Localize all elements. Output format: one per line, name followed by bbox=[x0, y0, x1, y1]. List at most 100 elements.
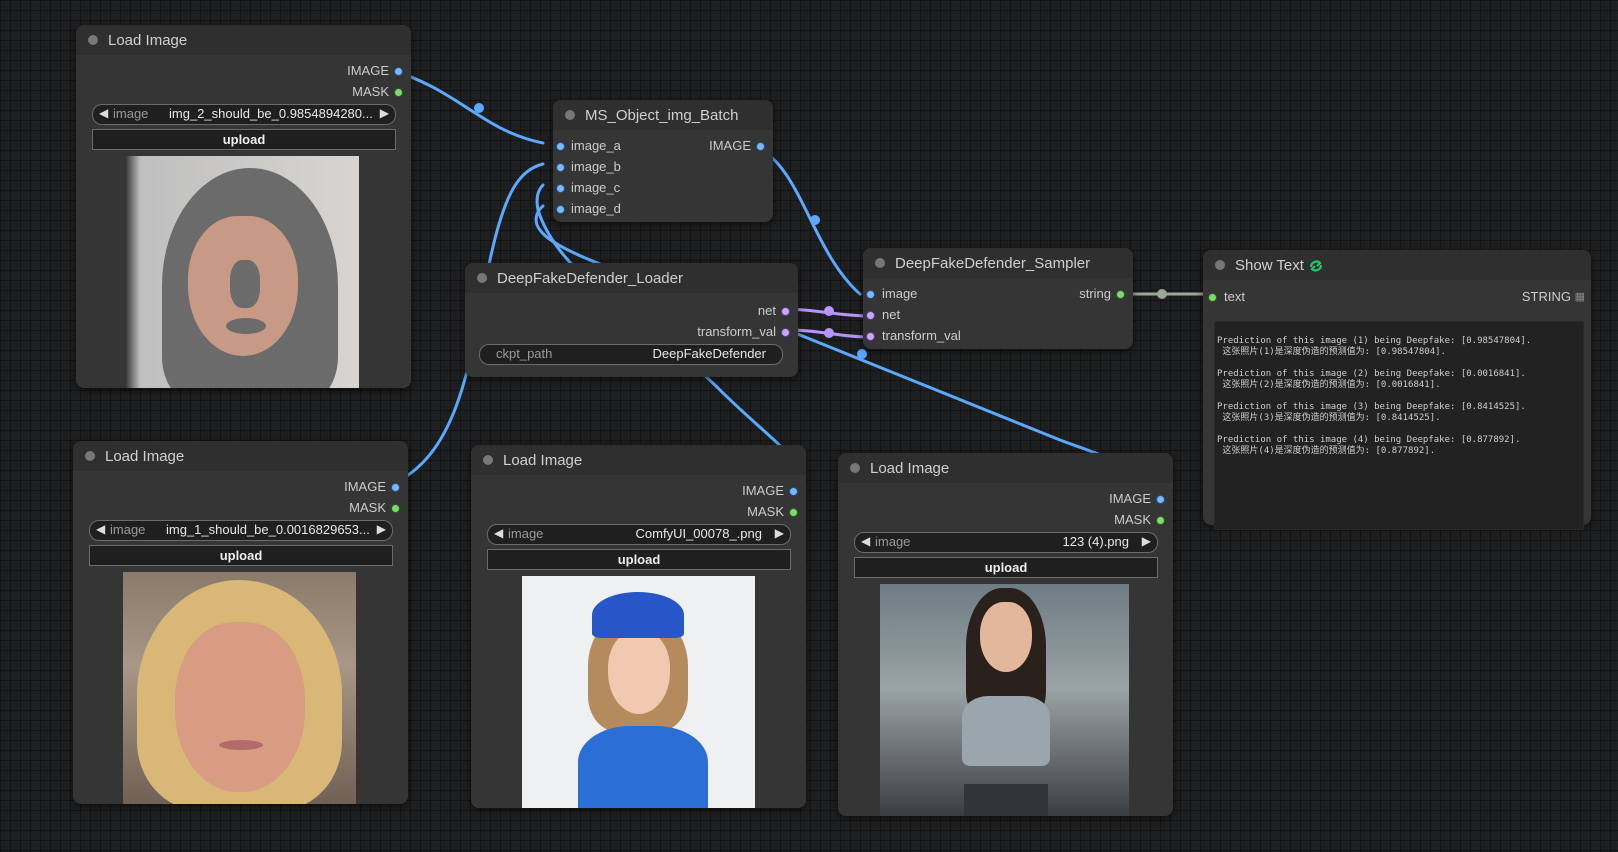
combo-value: img_2_should_be_0.9854894280... bbox=[169, 106, 373, 121]
input-transform-slot[interactable] bbox=[867, 333, 874, 340]
output-transform-label: transform_val bbox=[697, 324, 776, 339]
input-image-a-label: image_a bbox=[571, 138, 621, 153]
node-title: Load Image bbox=[108, 32, 188, 49]
combo-key: image bbox=[110, 522, 146, 537]
output-mask-label: MASK bbox=[349, 500, 386, 515]
output-image-slot[interactable] bbox=[392, 484, 399, 491]
input-image-label: image bbox=[882, 286, 918, 301]
image-combo[interactable]: ◀ image ComfyUI_00078_.png ▶ bbox=[487, 524, 791, 545]
link-load1-to-batch-a bbox=[386, 67, 545, 145]
input-image-a-slot[interactable] bbox=[557, 143, 564, 150]
node-header[interactable]: Load Image bbox=[76, 25, 411, 55]
node-title: Load Image bbox=[870, 460, 950, 477]
input-image-b-slot[interactable] bbox=[557, 164, 564, 171]
output-string-slot[interactable] bbox=[1117, 291, 1124, 298]
upload-button[interactable]: upload bbox=[487, 549, 791, 570]
ckpt-path-combo[interactable]: ckpt_path DeepFakeDefender bbox=[479, 344, 783, 365]
text-line: Prediction of this image (4) being Deepf… bbox=[1217, 435, 1521, 445]
node-header[interactable]: Load Image bbox=[471, 445, 806, 475]
image-combo[interactable]: ◀ image 123 (4).png ▶ bbox=[854, 532, 1158, 553]
text-line: 这张照片(3)是深度伪造的预测值为: [0.8414525]. bbox=[1217, 413, 1441, 423]
node-header[interactable]: Load Image bbox=[838, 453, 1173, 483]
image-combo[interactable]: ◀ image img_1_should_be_0.0016829653... … bbox=[89, 520, 393, 541]
collapse-dot-icon[interactable] bbox=[850, 463, 860, 473]
collapse-dot-icon[interactable] bbox=[875, 258, 885, 268]
load-image-node-3[interactable]: Load Image IMAGE MASK ◀ image ComfyUI_00… bbox=[471, 445, 806, 808]
combo-value: DeepFakeDefender bbox=[652, 346, 766, 361]
combo-prev-icon[interactable]: ◀ bbox=[494, 526, 503, 540]
sampler-node[interactable]: DeepFakeDefender_Sampler image net trans… bbox=[863, 248, 1133, 349]
text-line: Prediction of this image (1) being Deepf… bbox=[1217, 336, 1532, 346]
load-image-node-2[interactable]: Load Image IMAGE MASK ◀ image img_1_shou… bbox=[73, 441, 408, 804]
input-image-d-slot[interactable] bbox=[557, 206, 564, 213]
collapse-dot-icon[interactable] bbox=[88, 35, 98, 45]
output-net-label: net bbox=[757, 303, 776, 318]
collapse-dot-icon[interactable] bbox=[565, 110, 575, 120]
input-image-slot[interactable] bbox=[867, 291, 874, 298]
combo-value: img_1_should_be_0.0016829653... bbox=[166, 522, 370, 537]
node-header[interactable]: Load Image bbox=[73, 441, 408, 471]
input-image-d-label: image_d bbox=[571, 201, 621, 216]
load-image-node-1[interactable]: Load Image IMAGE MASK ◀ image img_2_shou… bbox=[76, 25, 411, 388]
output-transform-slot[interactable] bbox=[782, 329, 789, 336]
output-mask-slot[interactable] bbox=[790, 509, 797, 516]
combo-next-icon[interactable]: ▶ bbox=[380, 106, 389, 120]
show-text-node[interactable]: Show Text text STRING ▦ Prediction of th… bbox=[1203, 250, 1591, 530]
combo-prev-icon[interactable]: ◀ bbox=[96, 522, 105, 536]
input-transform-label: transform_val bbox=[882, 328, 961, 343]
nose-mask-shape bbox=[230, 260, 260, 308]
node-header[interactable]: DeepFakeDefender_Loader bbox=[465, 263, 798, 293]
text-line: Prediction of this image (3) being Deepf… bbox=[1217, 402, 1526, 412]
collapse-dot-icon[interactable] bbox=[477, 273, 487, 283]
output-textarea[interactable]: Prediction of this image (1) being Deepf… bbox=[1214, 321, 1584, 530]
output-mask-slot[interactable] bbox=[1157, 517, 1164, 524]
combo-key: ckpt_path bbox=[496, 346, 553, 361]
shirt-shape bbox=[578, 726, 708, 808]
output-image-slot[interactable] bbox=[1157, 496, 1164, 503]
output-mask-slot[interactable] bbox=[392, 505, 399, 512]
input-text-slot[interactable] bbox=[1209, 294, 1216, 301]
output-image-slot[interactable] bbox=[395, 68, 402, 75]
output-image-slot[interactable] bbox=[757, 143, 764, 150]
combo-next-icon[interactable]: ▶ bbox=[1142, 534, 1151, 548]
collapse-dot-icon[interactable] bbox=[85, 451, 95, 461]
upload-button[interactable]: upload bbox=[92, 129, 396, 150]
upload-button[interactable]: upload bbox=[854, 557, 1158, 578]
node-header[interactable]: MS_Object_img_Batch bbox=[553, 100, 773, 130]
text-line: 这张照片(4)是深度伪造的预测值为: [0.877892]. bbox=[1217, 446, 1436, 456]
load-image-node-4[interactable]: Load Image IMAGE MASK ◀ image 123 (4).pn… bbox=[838, 453, 1173, 816]
input-image-c-slot[interactable] bbox=[557, 185, 564, 192]
link-badge-icon bbox=[1309, 260, 1323, 272]
combo-key: image bbox=[508, 526, 544, 541]
combo-next-icon[interactable]: ▶ bbox=[775, 526, 784, 540]
node-header[interactable]: Show Text bbox=[1203, 250, 1591, 280]
batch-node[interactable]: MS_Object_img_Batch image_a image_b imag… bbox=[553, 100, 773, 222]
node-header[interactable]: DeepFakeDefender_Sampler bbox=[863, 248, 1133, 278]
output-image-slot[interactable] bbox=[790, 488, 797, 495]
link-loader-transform bbox=[786, 328, 872, 339]
output-mask-label: MASK bbox=[1114, 512, 1151, 527]
collapse-dot-icon[interactable] bbox=[1215, 260, 1225, 270]
input-image-c-label: image_c bbox=[571, 180, 621, 195]
node-title: MS_Object_img_Batch bbox=[585, 107, 739, 124]
prediction-block-4: Prediction of this image (4) being Deepf… bbox=[1217, 435, 1583, 457]
combo-value: 123 (4).png bbox=[1062, 534, 1130, 549]
grid-handle-icon[interactable]: ▦ bbox=[1575, 290, 1585, 303]
loader-node[interactable]: DeepFakeDefender_Loader net transform_va… bbox=[465, 263, 798, 377]
combo-prev-icon[interactable]: ◀ bbox=[99, 106, 108, 120]
upload-button[interactable]: upload bbox=[89, 545, 393, 566]
output-string-label: STRING bbox=[1521, 289, 1571, 304]
combo-prev-icon[interactable]: ◀ bbox=[861, 534, 870, 548]
output-net-slot[interactable] bbox=[782, 308, 789, 315]
text-line: 这张照片(2)是深度伪造的预测值为: [0.0016841]. bbox=[1217, 380, 1441, 390]
input-net-slot[interactable] bbox=[867, 312, 874, 319]
collapse-dot-icon[interactable] bbox=[483, 455, 493, 465]
prediction-block-3: Prediction of this image (3) being Deepf… bbox=[1217, 402, 1583, 424]
mouth-shape bbox=[219, 740, 263, 750]
link-midpoint bbox=[810, 215, 820, 225]
image-preview bbox=[880, 584, 1129, 816]
node-title: Load Image bbox=[503, 452, 583, 469]
image-combo[interactable]: ◀ image img_2_should_be_0.9854894280... … bbox=[92, 104, 396, 125]
combo-next-icon[interactable]: ▶ bbox=[377, 522, 386, 536]
output-mask-slot[interactable] bbox=[395, 89, 402, 96]
